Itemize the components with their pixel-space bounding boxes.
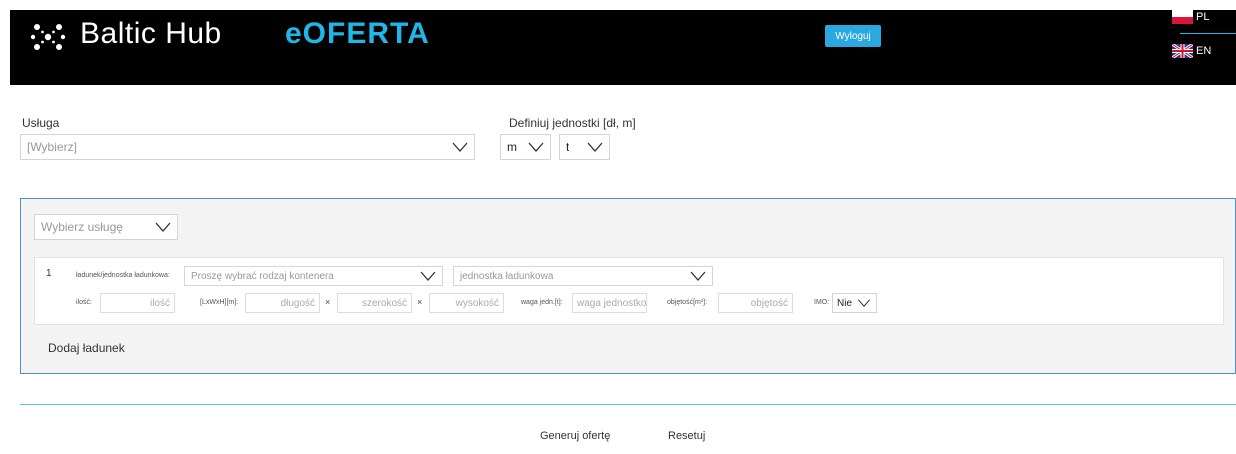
generate-offer-button[interactable]: Generuj ofertę	[540, 430, 610, 442]
weight-input[interactable]: waga jednostkow	[572, 293, 647, 313]
language-divider	[1180, 33, 1236, 34]
width-input[interactable]: szerokość	[337, 293, 412, 313]
brand-name: Baltic Hub	[80, 17, 222, 50]
baltic-hub-logo-icon	[30, 24, 66, 50]
panel-service-select[interactable]: Wybierz usługę	[34, 214, 178, 240]
imo-select[interactable]: Nie	[832, 293, 877, 313]
weight-unit-value: t	[566, 140, 570, 154]
product-name: eOFERTA	[285, 17, 430, 50]
service-select[interactable]: [Wybierz]	[20, 134, 475, 160]
chevron-down-icon	[587, 142, 603, 152]
chevron-down-icon	[155, 222, 171, 232]
logout-button[interactable]: Wyloguj	[825, 25, 881, 47]
weight-unit-select[interactable]: t	[559, 134, 610, 160]
volume-input[interactable]: objętość	[718, 293, 793, 313]
service-label: Usługa	[22, 116, 60, 130]
length-unit-select[interactable]: m	[500, 134, 551, 160]
weight-label: waga jedn.[t]:	[521, 299, 563, 306]
chevron-down-icon	[528, 142, 544, 152]
service-select-value: [Wybierz]	[27, 140, 77, 154]
length-input[interactable]: długość	[245, 293, 320, 313]
chevron-down-icon	[452, 142, 468, 152]
imo-value: Nie	[837, 297, 853, 309]
cargo-row-index: 1	[46, 268, 52, 279]
poland-flag-icon	[1172, 10, 1193, 24]
panel-service-select-value: Wybierz usługę	[41, 220, 123, 234]
chevron-down-icon	[690, 271, 706, 281]
chevron-down-icon	[420, 271, 436, 281]
chevron-down-icon	[858, 299, 870, 307]
cargo-unit-label: ładunek/jednostka ładunkowa:	[76, 272, 170, 279]
height-input[interactable]: wysokość	[429, 293, 504, 313]
units-label: Definiuj jednostki [dł, m]	[509, 116, 636, 130]
length-unit-value: m	[507, 140, 517, 154]
language-pl-link[interactable]: PL	[1172, 6, 1236, 28]
cargo-unit-select[interactable]: jednostka ładunkowa	[453, 266, 713, 286]
times-symbol: ×	[325, 297, 331, 307]
container-type-select[interactable]: Proszę wybrać rodzaj kontenera	[184, 266, 443, 286]
cargo-unit-value: jednostka ładunkowa	[460, 270, 554, 282]
language-en-link[interactable]: EN	[1172, 40, 1236, 62]
quantity-input[interactable]: ilość	[100, 293, 175, 313]
volume-label: objętość[m³]:	[667, 299, 708, 306]
section-divider	[20, 404, 1236, 405]
reset-button[interactable]: Resetuj	[668, 430, 705, 442]
dimensions-label: [LxWxH][m]:	[200, 299, 239, 306]
quantity-label: ilość:	[76, 299, 92, 306]
language-pl-label: PL	[1196, 11, 1210, 23]
uk-flag-icon	[1172, 44, 1193, 58]
add-cargo-button[interactable]: Dodaj ładunek	[48, 341, 125, 355]
times-symbol: ×	[417, 297, 423, 307]
imo-label: IMO:	[814, 299, 830, 306]
container-type-value: Proszę wybrać rodzaj kontenera	[191, 270, 334, 282]
language-en-label: EN	[1196, 45, 1212, 57]
